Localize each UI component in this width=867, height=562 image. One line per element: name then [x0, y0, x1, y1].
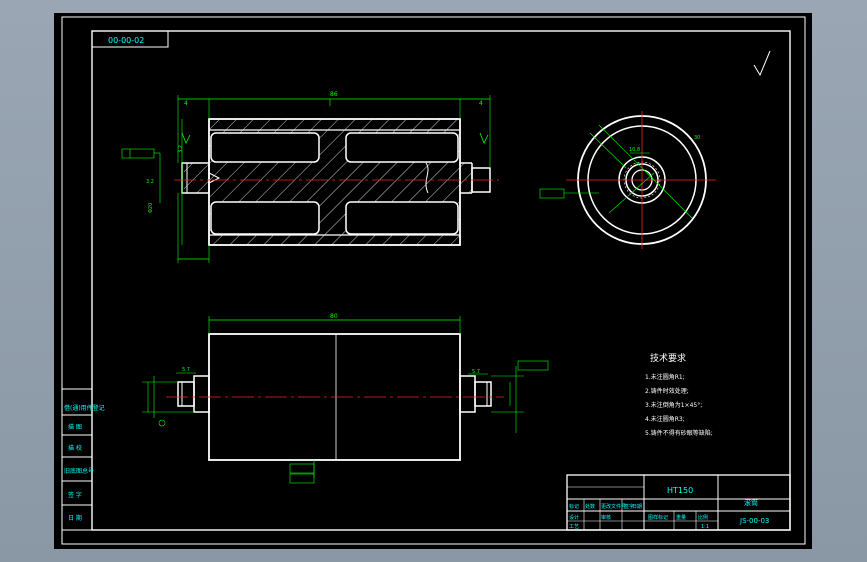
tb-cell-2: 处数 — [585, 503, 595, 510]
tb-cell-9: 图样标记 — [648, 514, 668, 521]
material: HT150 — [667, 486, 693, 495]
tech-title: 技术要求 — [650, 352, 686, 364]
tb-cell-11: 比例 — [698, 514, 708, 521]
strip-cell-4: 旧底图总号 — [64, 467, 94, 475]
dim-hole: 10.8 — [629, 147, 640, 153]
strip-cell-6: 日 期 — [68, 514, 82, 522]
tb-cell-6: 设计 — [569, 514, 579, 521]
part-name: 滚筒 — [744, 498, 758, 507]
tb-cell-3: 更改文件号 — [601, 503, 626, 510]
svg-text:3.2: 3.2 — [178, 145, 184, 153]
section-view — [174, 118, 499, 246]
outer-frame — [61, 16, 806, 545]
tech-requirements: 技术要求 1.未注圆角R1; 2.铸件时效处理; 3.未注倒角为1×45°; 4… — [645, 352, 713, 437]
strip-cell-5: 签 字 — [68, 491, 82, 499]
left-strip: 借(通)用件登记 描 图 描 校 旧底图总号 签 字 日 期 — [61, 388, 105, 531]
dim-shaft-left: 5.7 — [182, 367, 190, 373]
end-view: 10.8 30 — [539, 111, 716, 249]
svg-text:3.2: 3.2 — [146, 179, 154, 185]
tb-cell-7: 审核 — [601, 514, 611, 521]
drawing-sheet: 00-00-02 86 4 4 3.2 Φ20 3.2 10.8 30 80 5… — [54, 13, 812, 549]
tb-cell-5: 日期 — [632, 504, 642, 510]
tb-cell-10: 重量 — [676, 514, 686, 521]
outside-view — [166, 333, 504, 461]
title-block: HT150 滚筒 JS-00-03 标记 处数 更改文件号 签字 日期 设计 审… — [566, 474, 791, 531]
cad-drawing: 00-00-02 86 4 4 3.2 Φ20 3.2 10.8 30 80 5… — [61, 16, 806, 545]
tb-cell-12: 1:1 — [701, 524, 709, 530]
tech-note-2: 2.铸件时效处理; — [645, 387, 689, 395]
dim-bottom-len: 80 — [330, 313, 338, 320]
stamp-code: 00-00-02 — [108, 36, 144, 45]
roughness-mark — [753, 50, 771, 77]
strip-cell-2: 描 图 — [68, 423, 82, 431]
tech-note-3: 3.未注倒角为1×45°; — [645, 401, 702, 409]
dim-overall: 86 — [330, 91, 338, 98]
tech-note-4: 4.未注圆角R3; — [645, 415, 685, 423]
dim-diameter: 30 — [694, 135, 700, 141]
tb-cell-8: 工艺 — [569, 524, 579, 530]
inner-frame — [91, 30, 791, 531]
strip-cell-1: 借(通)用件登记 — [64, 404, 105, 412]
drawing-number: JS-00-03 — [739, 517, 769, 525]
dim-right: 4 — [479, 100, 483, 107]
dim-left: 4 — [184, 100, 188, 107]
tech-note-5: 5.铸件不得有砂眼等缺陷; — [645, 429, 713, 437]
tb-cell-1: 标记 — [569, 503, 579, 510]
strip-cell-3: 描 校 — [68, 444, 82, 452]
tech-note-1: 1.未注圆角R1; — [645, 373, 685, 381]
svg-text:Φ20: Φ20 — [148, 203, 154, 213]
